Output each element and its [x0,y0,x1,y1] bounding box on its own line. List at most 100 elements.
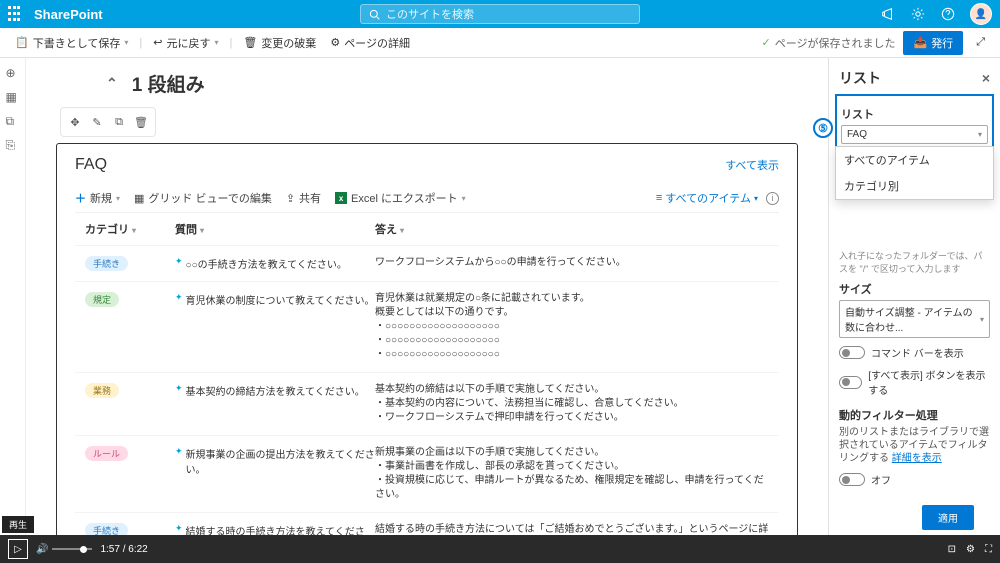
search-input[interactable]: このサイトを検索 [360,4,640,24]
category-pill: 手続き [85,256,128,271]
search-placeholder: このサイトを検索 [386,6,474,22]
rail-copy-icon[interactable]: ⧉ [6,114,20,128]
answer-text: 育児休業は就業規定の○条に記載されています。 概要としては以下の通りです。 ・○… [375,292,769,362]
page-details-button[interactable]: ⚙ページの詳細 [325,32,415,54]
webpart-toolbar: ✥ ✎ ⧉ 🗑 [60,107,156,137]
list-select[interactable]: FAQ▾ [841,125,988,144]
duplicate-icon[interactable]: ⧉ [109,112,129,132]
category-pill: 手続き [85,523,128,535]
col-question[interactable]: 質問▾ [175,221,375,237]
command-bar: 📋下書きとして保存▾ | ↩元に戻す▾ | 🗑変更の破棄 ⚙ページの詳細 ✓ペー… [0,28,1000,58]
toggle-icon [839,473,865,486]
toggle-icon [839,376,862,389]
megaphone-icon[interactable] [880,6,896,22]
apply-button[interactable]: 適用 [922,505,974,530]
volume-icon: 🔊 [36,544,48,555]
app-launcher-icon[interactable] [8,6,24,22]
video-controls: ▷ 🔊 1:57 / 6:22 ⊡ ⚙ ⛶ [0,535,1000,563]
volume-control[interactable]: 🔊 [36,544,92,555]
folder-note: 入れ子になったフォルダーでは、パスを "/" で区切って入力します [839,249,990,275]
sparkle-icon: ✦ [175,383,183,394]
table-row[interactable]: 手続き ✦○○の手続き方法を教えてください。 ワークフローシステムから○○の申請を行… [75,245,779,281]
replay-label: 再生 [2,516,34,533]
save-draft-button[interactable]: 📋下書きとして保存▾ [10,32,133,54]
question-text: ○○の手続き方法を教えてください。 [186,256,347,271]
answer-text: 結婚する時の手続き方法については「ご結婚おめでとうございます。」というページに詳… [375,523,769,535]
table-row[interactable]: 業務 ✦基本契約の締結方法を教えてください。基本契約の締結は以下の手順で実施してく… [75,372,779,435]
excel-icon: x [335,192,347,204]
prop-pane-title: リスト [839,68,881,88]
category-pill: 業務 [85,383,119,398]
chevron-down-icon: ⌃ [106,75,118,92]
fullscreen-icon[interactable]: ⛶ [985,544,992,555]
property-pane: リスト × ⑤ リスト FAQ▾ 表示 すべてのアイテム▾↖ すべてのアイテム … [828,58,1000,535]
expand-button[interactable]: ⤢ [971,33,990,52]
webpart-title: FAQ [75,156,107,174]
info-icon[interactable]: i [766,192,779,205]
suite-title: SharePoint [34,7,103,22]
grid-edit-button[interactable]: ▦グリッド ビューでの編集 [134,190,272,206]
rail-layout-icon[interactable]: ▦ [6,90,20,104]
table-row[interactable]: 手続き ✦結婚する時の手続き方法を教えてください。結婚する時の手続き方法については… [75,512,779,535]
list-webpart-selected[interactable]: FAQ すべて表示 ＋新規▾ ▦グリッド ビューでの編集 ⇪共有 xExcel … [56,143,798,535]
close-icon[interactable]: × [982,70,990,86]
suite-bar: SharePoint このサイトを検索 👤 [0,0,1000,28]
col-category[interactable]: カテゴリ▾ [85,221,175,237]
prop-label-dynfilter: 動的フィルター処理 [839,407,990,423]
gear-icon[interactable] [910,6,926,22]
table-row[interactable]: 規定 ✦育児休業の制度について教えてください。育児休業は就業規定の○条に記載されて… [75,281,779,372]
answer-text: 新規事業の企画は以下の手順で実施してください。 ・事業計画書を作成し、部長の承認… [375,446,769,502]
settings-icon[interactable]: ⚙ [966,544,975,555]
question-text: 育児休業の制度について教えてください。 [186,292,375,307]
question-text: 結婚する時の手続き方法を教えてください。 [186,523,375,535]
undo-button[interactable]: ↩元に戻す▾ [148,32,223,54]
dropdown-option[interactable]: カテゴリ別 [836,173,993,199]
sparkle-icon: ✦ [175,256,183,267]
sparkle-icon: ✦ [175,292,183,303]
question-text: 基本契約の締結方法を教えてください。 [186,383,365,398]
show-all-link[interactable]: すべて表示 [725,157,779,173]
discard-button[interactable]: 🗑変更の破棄 [238,32,321,54]
help-icon[interactable] [940,6,956,22]
prop-label-list: リスト [841,106,988,122]
col-answer[interactable]: 答え▾ [375,221,769,237]
delete-icon[interactable]: 🗑 [131,112,151,132]
excel-export-button[interactable]: xExcel にエクスポート▾ [335,190,466,206]
canvas: ⌃ 1 段組み ✥ ✎ ⧉ 🗑 FAQ すべて表示 ＋新規▾ ▦グリッド ビュー… [26,58,828,535]
view-selector[interactable]: ≡すべてのアイテム▾ [656,190,758,206]
toggle-cmdbar[interactable]: コマンド バーを表示 [839,345,990,360]
avatar[interactable]: 👤 [970,3,992,25]
toggle-dynfilter[interactable]: オフ [839,472,990,487]
answer-text: ワークフローシステムから○○の申請を行ってください。 [375,256,769,270]
left-rail: ⊕ ▦ ⧉ ⎘ [0,58,26,535]
table-header: カテゴリ▾ 質問▾ 答え▾ [75,213,779,245]
view-dropdown: すべてのアイテム カテゴリ別 [835,146,994,200]
category-pill: ルール [85,446,128,461]
answer-text: 基本契約の締結は以下の手順で実施してください。 ・基本契約の内容について、法務担… [375,383,769,425]
table-row[interactable]: ルール✦新規事業の企画の提出方法を教えてください。新規事業の企画は以下の手順で実… [75,435,779,512]
new-button[interactable]: ＋新規▾ [75,190,120,206]
category-pill: 規定 [85,292,119,307]
prop-label-size: サイズ [839,281,990,297]
play-button[interactable]: ▷ [8,539,28,559]
sparkle-icon: ✦ [175,446,183,457]
toggle-icon [839,346,865,359]
dropdown-option[interactable]: すべてのアイテム [836,147,993,173]
saved-message: ✓ページが保存されました [761,35,895,51]
details-link[interactable]: 詳細を表示 [892,453,942,464]
section-title: 1 段組み [132,70,205,97]
share-button[interactable]: ⇪共有 [286,190,321,206]
size-select[interactable]: 自動サイズ調整 - アイテムの数に合わせ...▾ [839,300,990,338]
rail-add-icon[interactable]: ⊕ [6,66,20,80]
edit-icon[interactable]: ✎ [87,112,107,132]
search-icon [369,9,380,20]
toggle-showall[interactable]: [すべて表示] ボタンを表示する [839,367,990,397]
move-icon[interactable]: ✥ [65,112,85,132]
dynfilter-text: 別のリストまたはライブラリで選択されているアイテムでフィルタリングする 詳細を表… [839,426,990,465]
cc-icon[interactable]: ⊡ [948,544,956,555]
rail-link-icon[interactable]: ⎘ [6,138,20,152]
publish-button[interactable]: 📤発行 [903,31,963,55]
section-header[interactable]: ⌃ 1 段組み [56,66,798,107]
sparkle-icon: ✦ [175,523,183,534]
video-time: 1:57 / 6:22 [100,544,147,555]
